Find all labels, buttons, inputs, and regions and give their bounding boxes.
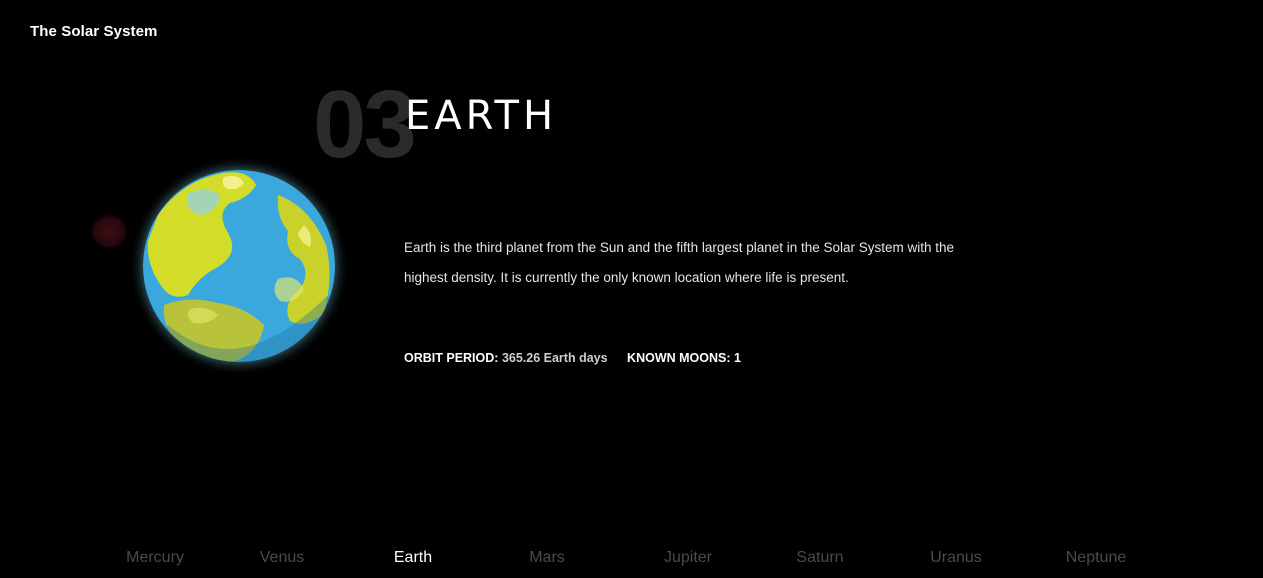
nav-item-jupiter[interactable]: Jupiter <box>664 549 712 567</box>
planet-name: EARTH <box>405 93 558 139</box>
nav-item-earth[interactable]: Earth <box>394 549 432 567</box>
nav-item-mars[interactable]: Mars <box>529 549 565 567</box>
earth-illustration <box>129 156 349 376</box>
planet-nav: Mercury Venus Earth Mars Jupiter Saturn … <box>0 549 1263 571</box>
nav-item-neptune[interactable]: Neptune <box>1066 549 1127 567</box>
moon-illustration <box>88 211 131 252</box>
known-moons-stat: KNOWN MOONS: 1 <box>627 351 741 365</box>
known-moons-label: KNOWN MOONS: <box>627 351 731 365</box>
nav-item-uranus[interactable]: Uranus <box>930 549 982 567</box>
orbit-period-value: 365.26 Earth days <box>501 351 608 365</box>
planet-description: Earth is the third planet from the Sun a… <box>404 240 955 285</box>
orbit-period-label: ORBIT PERIOD: <box>404 351 499 365</box>
orbit-period-stat: ORBIT PERIOD: 365.26 Earth days <box>404 351 608 365</box>
site-title[interactable]: The Solar System <box>30 23 157 40</box>
nav-item-saturn[interactable]: Saturn <box>796 549 843 567</box>
nav-item-venus[interactable]: Venus <box>260 549 304 567</box>
known-moons-value: 1 <box>734 351 741 365</box>
nav-item-mercury[interactable]: Mercury <box>126 549 184 567</box>
planet-stats: ORBIT PERIOD: 365.26 Earth days KNOWN MO… <box>404 351 757 365</box>
